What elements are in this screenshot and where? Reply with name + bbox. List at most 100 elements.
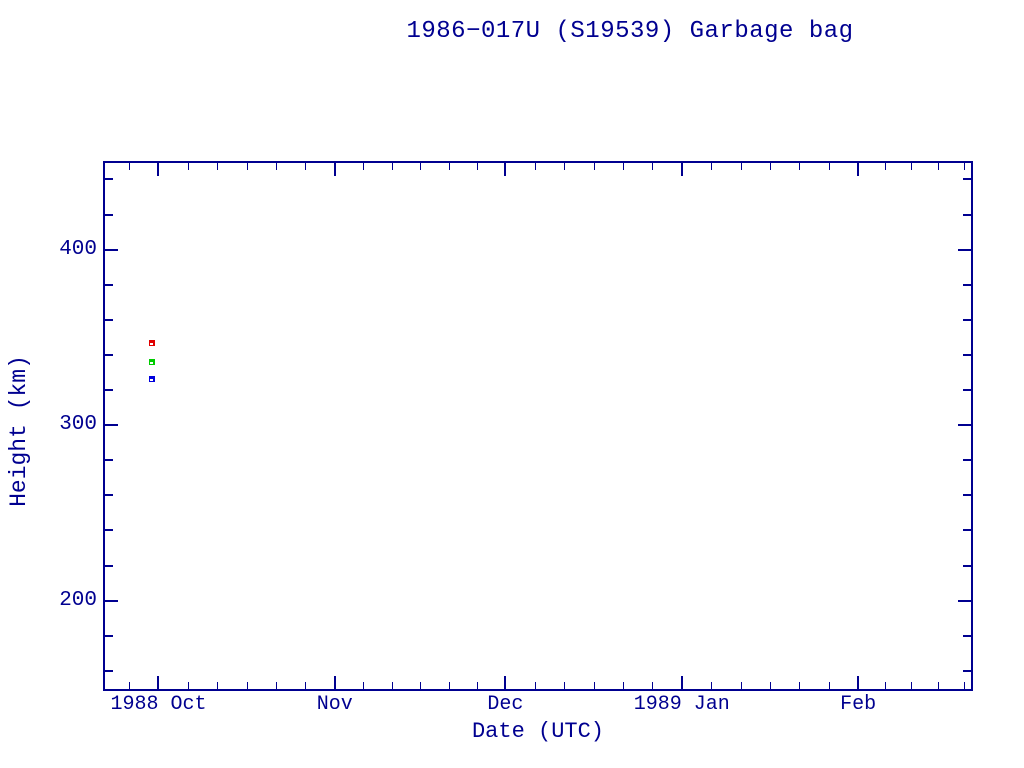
x-minor-tick [741,163,742,170]
x-minor-tick [276,163,277,170]
data-point-red [149,340,155,346]
y-major-tick [105,249,118,251]
x-major-tick [334,163,336,176]
y-minor-tick [963,494,971,496]
x-tick-label: 1988 Oct [110,693,206,716]
x-minor-tick [885,163,886,170]
y-tick-label: 200 [59,590,97,612]
chart-title: 1986−017U (S19539) Garbage bag [406,18,853,45]
y-minor-tick [963,284,971,286]
x-major-tick [681,676,683,689]
y-minor-tick [963,214,971,216]
y-axis-title: Height (km) [6,355,32,507]
x-minor-tick [829,682,830,689]
y-minor-tick [105,214,113,216]
y-minor-tick [963,319,971,321]
x-axis-title: Date (UTC) [472,719,604,744]
y-minor-tick [963,389,971,391]
x-minor-tick [770,163,771,170]
x-minor-tick [392,682,393,689]
plot-area [103,161,973,691]
x-minor-tick [564,682,565,689]
y-minor-tick [963,529,971,531]
x-minor-tick [276,682,277,689]
x-minor-tick [188,163,189,170]
y-minor-tick [963,459,971,461]
x-minor-tick [305,163,306,170]
x-minor-tick [594,163,595,170]
data-point-green [149,359,155,365]
y-minor-tick [963,354,971,356]
x-minor-tick [652,163,653,170]
y-major-tick [958,600,971,602]
y-minor-tick [963,635,971,637]
y-major-tick [958,249,971,251]
marker-notch [150,343,153,345]
x-minor-tick [217,682,218,689]
x-minor-tick [623,682,624,689]
x-minor-tick [911,163,912,170]
x-major-tick [157,163,159,176]
x-minor-tick [392,163,393,170]
x-minor-tick [420,682,421,689]
x-major-tick [157,676,159,689]
y-minor-tick [105,389,113,391]
x-minor-tick [885,682,886,689]
x-minor-tick [247,682,248,689]
x-minor-tick [129,682,130,689]
y-minor-tick [963,565,971,567]
x-minor-tick [247,163,248,170]
x-minor-tick [363,682,364,689]
x-minor-tick [188,682,189,689]
y-major-tick [105,600,118,602]
x-major-tick [857,163,859,176]
y-major-tick [958,424,971,426]
x-major-tick [504,676,506,689]
x-minor-tick [594,682,595,689]
x-minor-tick [938,163,939,170]
x-minor-tick [829,163,830,170]
x-minor-tick [911,682,912,689]
x-major-tick [681,163,683,176]
y-minor-tick [105,635,113,637]
x-minor-tick [449,163,450,170]
x-tick-label: 1989 Jan [634,693,730,716]
y-minor-tick [105,565,113,567]
marker-notch [150,379,153,381]
x-major-tick [857,676,859,689]
y-tick-label: 300 [59,414,97,436]
x-minor-tick [623,163,624,170]
y-minor-tick [105,319,113,321]
x-minor-tick [217,163,218,170]
x-minor-tick [938,682,939,689]
y-minor-tick [105,670,113,672]
x-minor-tick [711,682,712,689]
x-minor-tick [305,682,306,689]
x-tick-label: Nov [317,693,353,716]
x-minor-tick [535,163,536,170]
x-minor-tick [363,163,364,170]
x-minor-tick [652,682,653,689]
x-minor-tick [964,163,965,170]
y-minor-tick [105,354,113,356]
x-major-tick [334,676,336,689]
y-tick-label: 400 [59,239,97,261]
x-minor-tick [420,163,421,170]
x-minor-tick [477,163,478,170]
x-minor-tick [964,682,965,689]
x-major-tick [504,163,506,176]
y-minor-tick [963,178,971,180]
x-tick-label: Feb [840,693,876,716]
x-minor-tick [711,163,712,170]
data-point-blue [149,376,155,382]
x-minor-tick [799,163,800,170]
x-tick-label: Dec [487,693,523,716]
x-minor-tick [449,682,450,689]
decay-chart: 1986−017U (S19539) Garbage bag Height (k… [0,0,1024,768]
y-minor-tick [105,284,113,286]
y-minor-tick [963,670,971,672]
y-minor-tick [105,178,113,180]
marker-notch [150,362,153,364]
x-minor-tick [129,163,130,170]
x-minor-tick [477,682,478,689]
